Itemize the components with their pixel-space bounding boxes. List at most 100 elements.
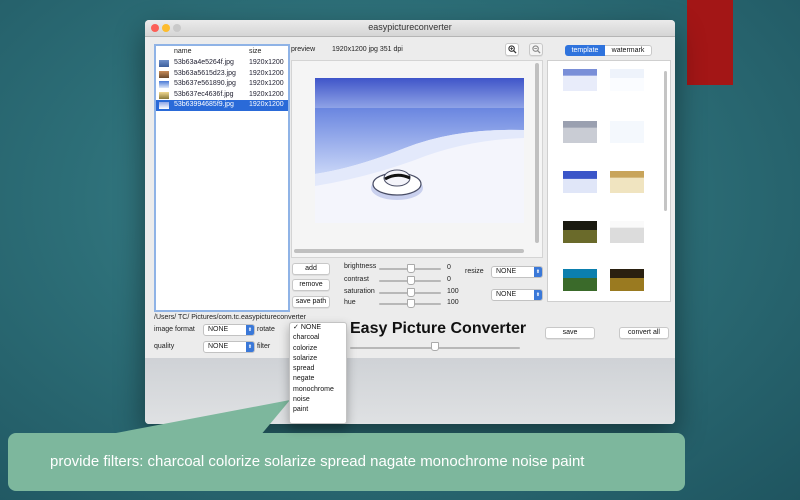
zoom-in-icon[interactable] (505, 43, 519, 56)
filter-option-label: monochrome (293, 385, 334, 393)
file-name: 53b637ec4636f.jpg (174, 90, 234, 98)
file-row-selected[interactable]: 53b63994685f9.jpg 1920x1200 (156, 100, 288, 111)
contrast-label: contrast (344, 276, 369, 283)
resize-label: resize (465, 268, 484, 275)
callout-pointer (100, 400, 290, 436)
convert-all-button[interactable]: convert all (619, 327, 669, 339)
filter-option-label: solarize (293, 354, 318, 362)
resize-secondary-select[interactable]: NONE ⬍ (491, 289, 543, 301)
filter-menu-item[interactable]: ✓ NONE (290, 323, 346, 333)
filter-menu-item[interactable]: noise (290, 395, 346, 405)
save-path-button[interactable]: save path (292, 296, 330, 308)
file-row[interactable]: 53b637e561890.jpg 1920x1200 (156, 79, 288, 90)
name-column-header[interactable]: name (174, 46, 192, 58)
file-row[interactable]: 53b637ec4636f.jpg 1920x1200 (156, 90, 288, 101)
chevron-updown-icon: ⬍ (246, 325, 254, 335)
hue-knob[interactable] (407, 299, 415, 308)
image-format-label: image format (154, 326, 195, 333)
filter-menu-item[interactable]: negate (290, 374, 346, 384)
brand-banner (687, 0, 733, 85)
filter-option-label: colorize (293, 344, 318, 352)
file-list[interactable]: name size 53b63a4e5264f.jpg 1920x1200 53… (154, 44, 290, 312)
template-thumbnail[interactable] (563, 269, 597, 291)
file-size: 1920x1200 (249, 80, 284, 88)
resize-select-value: NONE (496, 268, 517, 275)
template-thumbnail[interactable] (610, 221, 644, 243)
template-thumbnail[interactable] (563, 121, 597, 143)
preview-area[interactable] (291, 60, 543, 258)
template-scrollbar[interactable] (664, 71, 667, 211)
template-panel[interactable] (547, 60, 671, 302)
filter-option-label: NONE (300, 324, 322, 331)
saturation-value: 100 (447, 288, 459, 295)
contrast-knob[interactable] (407, 276, 415, 285)
filter-option-label: charcoal (293, 334, 320, 342)
template-thumbnail[interactable] (610, 69, 644, 91)
preview-v-scrollbar[interactable] (535, 63, 539, 243)
chevron-updown-icon: ⬍ (534, 290, 542, 300)
template-thumbnail[interactable] (610, 121, 644, 143)
quality-level-knob[interactable] (431, 342, 439, 351)
filter-menu-item[interactable]: spread (290, 364, 346, 374)
resize-select[interactable]: NONE ⬍ (491, 266, 543, 278)
quality-select[interactable]: NONE ⬍ (203, 341, 255, 353)
template-thumbnail[interactable] (610, 171, 644, 193)
tab-watermark[interactable]: watermark (605, 45, 652, 56)
file-list-header: name size (156, 46, 288, 58)
output-path: /Users/ TC/ Pictures/com.tc.easypicturec… (154, 314, 306, 321)
app-name-heading: Easy Picture Converter (350, 320, 527, 337)
file-thumbnail (159, 70, 169, 78)
file-size: 1920x1200 (249, 69, 284, 77)
size-column-header[interactable]: size (249, 46, 261, 58)
file-name: 53b63a4e5264f.jpg (174, 59, 234, 66)
brightness-label: brightness (344, 263, 377, 270)
filter-menu-item[interactable]: solarize (290, 354, 346, 364)
preview-info: 1920x1200 jpg 351 dpi (332, 46, 403, 53)
filter-menu-item[interactable]: charcoal (290, 333, 346, 343)
file-name: 53b63a5615d23.jpg (174, 69, 236, 77)
saturation-label: saturation (344, 288, 375, 295)
preview-label: preview (291, 46, 316, 53)
file-thumbnail (159, 102, 169, 110)
file-size: 1920x1200 (249, 101, 284, 109)
rotate-label: rotate (257, 326, 275, 333)
app-window: easypictureconverter name size 53b63a4e5… (145, 20, 675, 424)
file-thumbnail (159, 81, 169, 89)
tab-template[interactable]: template (565, 45, 605, 56)
filter-option-label: paint (293, 406, 309, 414)
file-row[interactable]: 53b63a5615d23.jpg 1920x1200 (156, 69, 288, 80)
filter-dropdown-menu[interactable]: ✓ NONE charcoal colorize solarize spread… (289, 322, 347, 424)
image-format-value: NONE (208, 326, 229, 333)
preview-h-scrollbar[interactable] (294, 249, 524, 253)
filter-menu-item[interactable]: monochrome (290, 385, 346, 395)
filter-option-label: spread (293, 365, 315, 373)
add-button[interactable]: add (292, 263, 330, 275)
zoom-out-icon[interactable] (529, 43, 543, 56)
contrast-value: 0 (447, 276, 451, 283)
brightness-knob[interactable] (407, 264, 415, 273)
file-row[interactable]: 53b63a4e5264f.jpg 1920x1200 (156, 58, 288, 69)
file-name: 53b63994685f9.jpg (174, 101, 234, 109)
preview-image (315, 78, 524, 223)
file-name: 53b637e561890.jpg (174, 80, 236, 88)
save-button[interactable]: save (545, 327, 595, 339)
file-thumbnail (159, 91, 169, 99)
brightness-value: 0 (447, 264, 451, 271)
template-thumbnail[interactable] (563, 171, 597, 193)
chevron-updown-icon: ⬍ (246, 342, 254, 352)
image-format-select[interactable]: NONE ⬍ (203, 324, 255, 336)
hue-label: hue (344, 299, 356, 306)
template-thumbnail[interactable] (563, 221, 597, 243)
saturation-knob[interactable] (407, 288, 415, 297)
filter-option-label: noise (293, 396, 310, 404)
feature-callout: provide filters: charcoal colorize solar… (8, 433, 685, 491)
filter-menu-item[interactable]: paint (290, 405, 346, 415)
panel-tabs: template watermark (565, 45, 652, 56)
window-title: easypictureconverter (368, 22, 452, 32)
quality-value: NONE (208, 343, 229, 350)
template-thumbnail[interactable] (610, 269, 644, 291)
file-size: 1920x1200 (249, 59, 284, 66)
remove-button[interactable]: remove (292, 279, 330, 291)
template-thumbnail[interactable] (563, 69, 597, 91)
filter-menu-item[interactable]: colorize (290, 344, 346, 354)
